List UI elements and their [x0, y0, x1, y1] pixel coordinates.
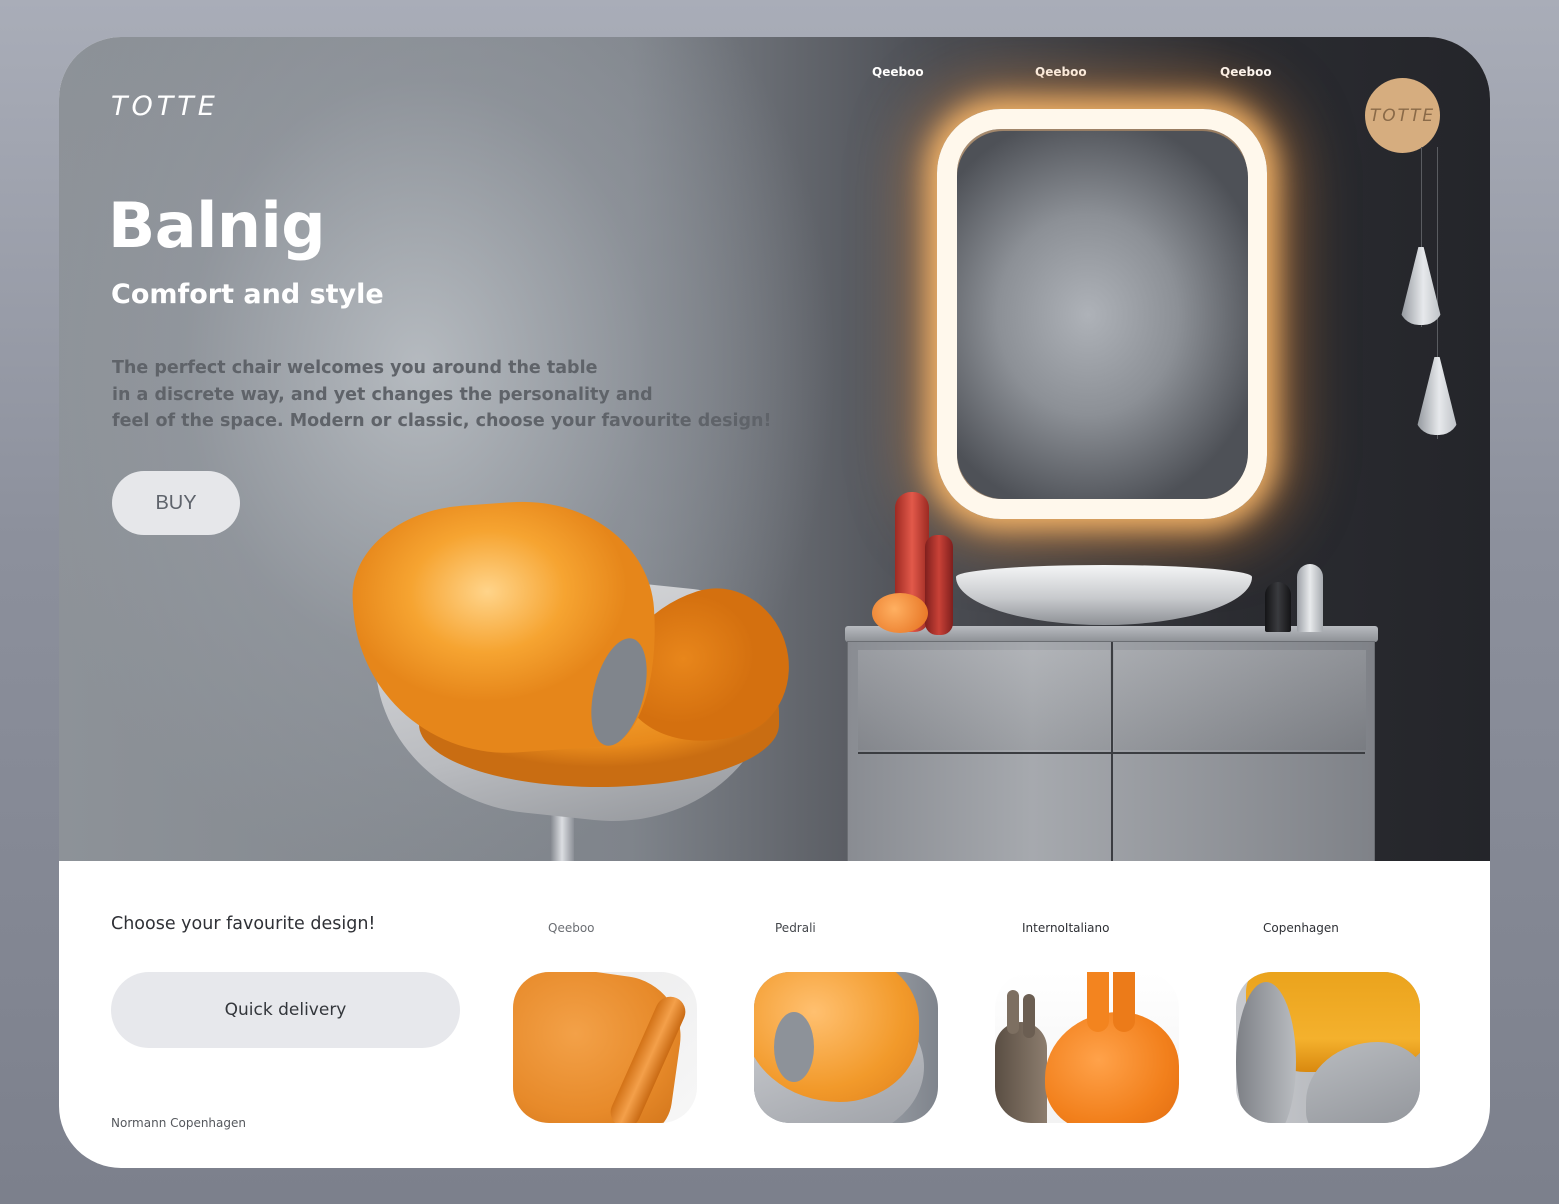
description-line-1: The perfect chair welcomes you around th…: [112, 358, 598, 378]
top-navigation: Qeeboo Qeeboo Qeeboo: [59, 65, 1490, 85]
section-heading: Choose your favourite design!: [111, 914, 376, 934]
cabinet-drawer: [1114, 650, 1366, 750]
description-line-2: in a discrete way, and yet changes the p…: [112, 384, 653, 405]
cabinet-divider: [858, 752, 1365, 754]
nav-link-qeeboo-3[interactable]: Qeeboo: [1220, 65, 1272, 79]
white-bottle-icon: [1297, 564, 1323, 632]
brand-badge[interactable]: TOTTE: [1365, 78, 1440, 153]
hero-title: Balnig: [108, 189, 326, 262]
mirror-glass: [957, 131, 1248, 499]
hero-subtitle: Comfort and style: [111, 279, 384, 310]
product-thumb-copenhagen[interactable]: [1236, 972, 1420, 1123]
orange-rabbit-chair-icon: [1045, 1012, 1179, 1123]
product-thumb-internoitaliano[interactable]: [995, 972, 1179, 1123]
nav-link-qeeboo-1[interactable]: Qeeboo: [872, 65, 924, 79]
rabbit-ear-icon: [1113, 972, 1135, 1032]
product-thumb-pedrali[interactable]: [754, 972, 938, 1123]
cabinet-drawer: [858, 650, 1110, 750]
category-label-copenhagen[interactable]: Copenhagen: [1263, 921, 1339, 935]
category-label-qeeboo[interactable]: Qeeboo: [548, 921, 595, 935]
orange-vase-icon: [872, 593, 928, 633]
quick-delivery-button[interactable]: Quick delivery: [111, 972, 460, 1048]
hero-description: The perfect chair welcomes you around th…: [112, 355, 772, 435]
main-card: TOTTE Qeeboo Qeeboo Qeeboo TOTTE Balnig …: [59, 37, 1490, 1168]
pendant-lamp-icon: [1415, 357, 1459, 435]
vanity-cabinet: [847, 641, 1375, 861]
sink-basin: [956, 565, 1252, 625]
hero-banner: TOTTE Qeeboo Qeeboo Qeeboo TOTTE Balnig …: [59, 37, 1490, 861]
chair-gap-image-icon: [774, 1012, 814, 1082]
buy-button[interactable]: BUY: [112, 471, 240, 535]
nav-link-qeeboo-2[interactable]: Qeeboo: [1035, 65, 1087, 79]
footer-brand[interactable]: Normann Copenhagen: [111, 1116, 246, 1130]
rabbit-ear-icon: [1087, 972, 1109, 1032]
rabbit-ear-icon: [1023, 994, 1035, 1038]
category-label-internoitaliano[interactable]: InternoItaliano: [1022, 921, 1109, 935]
black-bottle-icon: [1265, 582, 1291, 632]
description-line-3: feel of the space. Modern or classic, ch…: [112, 411, 772, 431]
red-vase-icon: [925, 535, 953, 635]
brand-logo[interactable]: TOTTE: [111, 91, 219, 122]
product-thumb-qeeboo[interactable]: [513, 972, 697, 1123]
rabbit-ear-icon: [1007, 990, 1019, 1034]
brown-rabbit-icon: [995, 1022, 1047, 1123]
category-label-pedrali[interactable]: Pedrali: [775, 921, 816, 935]
